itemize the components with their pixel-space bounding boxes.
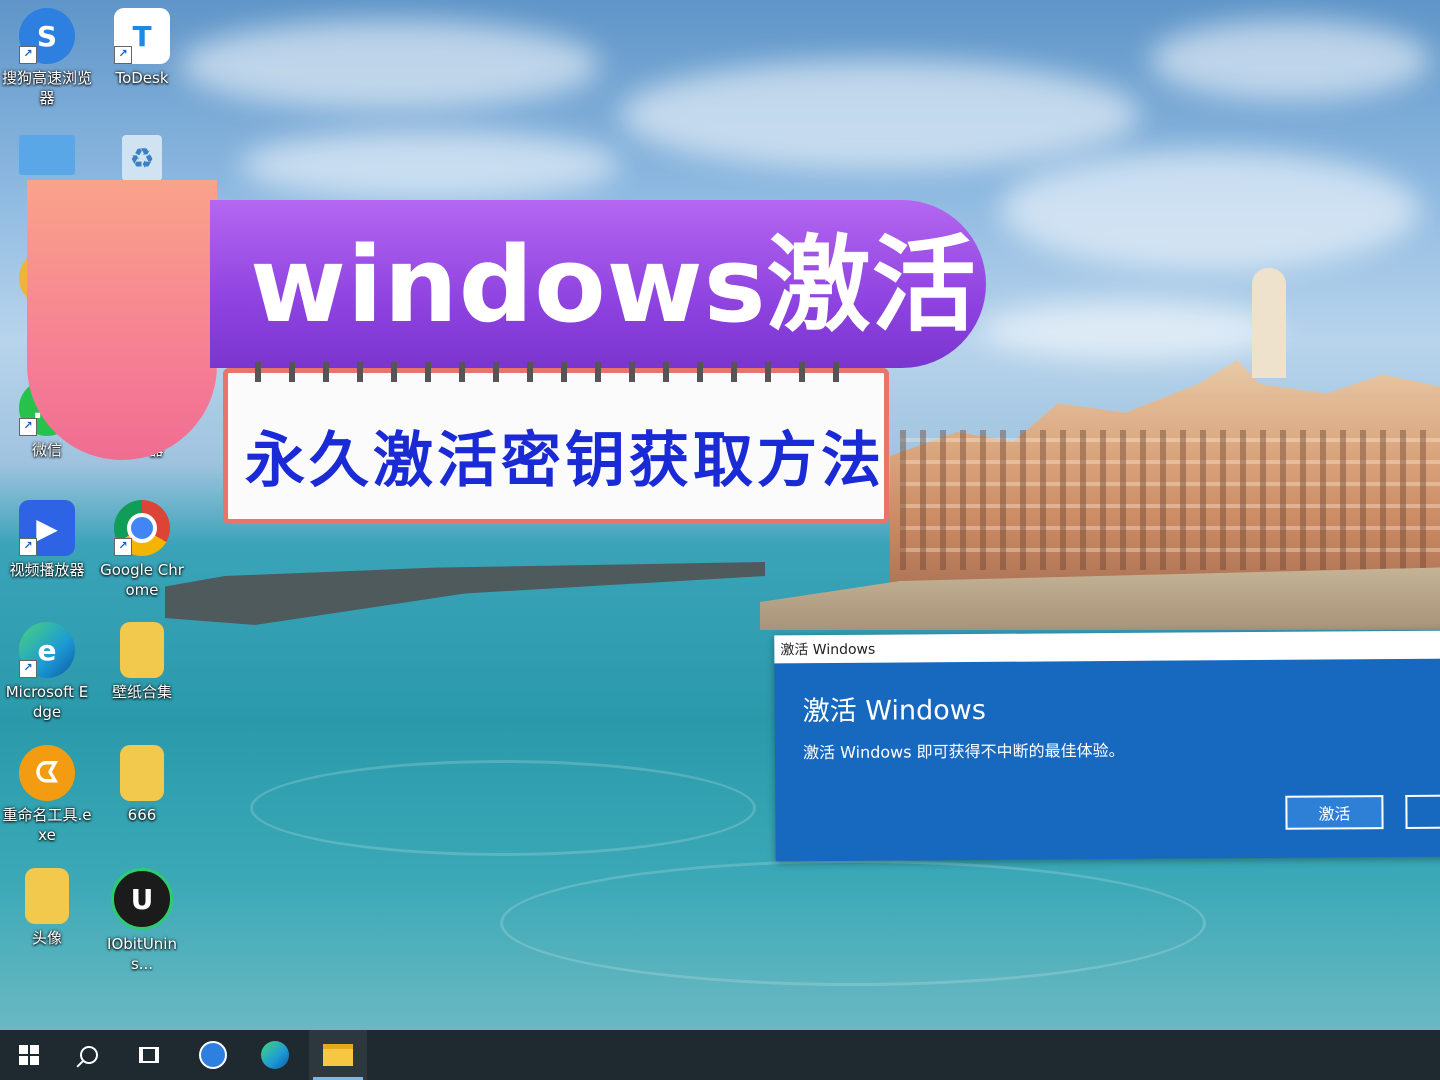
desktop-icon-chrome[interactable]: ↗ Google Chrome [96, 500, 188, 600]
iobit-uninstaller-icon: U [111, 868, 173, 930]
notepad-spiral [255, 362, 855, 382]
video-player-icon: ▶ ↗ [19, 500, 75, 556]
dialog-title-bar: 激活 Windows [774, 630, 1440, 664]
stone-pier [165, 562, 765, 625]
sogou-browser-icon [199, 1041, 227, 1069]
folder-icon [120, 745, 164, 801]
computer-icon [19, 135, 75, 175]
task-view-icon [139, 1047, 159, 1063]
activate-button[interactable]: 激活 [1285, 795, 1384, 830]
activate-windows-dialog: 激活 Windows 激活 Windows 激活 Windows 即可获得不中断… [774, 630, 1440, 862]
desktop-icon-wallpapers[interactable]: 壁纸合集 [96, 622, 188, 702]
bell-tower [1252, 268, 1286, 378]
rename-tool-icon: ᗧ [19, 745, 75, 801]
banner-title: windows激活 [250, 224, 977, 346]
desktop-icon-edge[interactable]: e ↗ Microsoft Edge [1, 622, 93, 722]
search-button[interactable] [60, 1030, 118, 1080]
dialog-heading: 激活 Windows [802, 694, 986, 728]
chrome-icon: ↗ [114, 500, 170, 556]
sogou-browser-icon: S ↗ [19, 8, 75, 64]
folder-icon [120, 622, 164, 678]
start-icon [19, 1045, 39, 1065]
taskbar-edge[interactable] [246, 1030, 304, 1080]
start-button[interactable] [0, 1030, 58, 1080]
desktop-icon-rename-tool[interactable]: ᗧ 重命名工具.exe [1, 745, 93, 845]
dialog-message: 激活 Windows 即可获得不中断的最佳体验。 [802, 740, 1125, 763]
desktop-icon-computer[interactable] [1, 135, 93, 175]
banner-subtitle: 永久激活密钥获取方法 [245, 426, 885, 496]
desktop-icon-avatar[interactable]: 头像 [1, 868, 93, 948]
taskbar-sogou[interactable] [184, 1030, 242, 1080]
recycle-bin-icon: ♻ [122, 135, 162, 181]
banner-pink-ribbon [27, 180, 217, 460]
desktop-icon-sogou[interactable]: S ↗ 搜狗高速浏览器 [1, 8, 93, 108]
folder-icon [25, 868, 69, 924]
secondary-button[interactable] [1405, 794, 1440, 829]
taskbar [0, 1030, 1440, 1080]
task-view-button[interactable] [120, 1030, 178, 1080]
desktop-icon-iobit[interactable]: U IObitUnins... [96, 868, 188, 974]
search-icon [80, 1046, 98, 1064]
desktop-icon-video-player[interactable]: ▶ ↗ 视频播放器 [1, 500, 93, 580]
taskbar-file-explorer[interactable] [309, 1030, 367, 1080]
desktop-icon-folder-666[interactable]: 666 [96, 745, 188, 825]
todesk-icon: T ↗ [114, 8, 170, 64]
edge-icon [261, 1041, 289, 1069]
desktop-icon-recycle-bin[interactable]: ♻ [96, 135, 188, 181]
file-explorer-icon [323, 1044, 353, 1066]
edge-icon: e ↗ [19, 622, 75, 678]
desktop-icon-todesk[interactable]: T ↗ ToDesk [96, 8, 188, 88]
